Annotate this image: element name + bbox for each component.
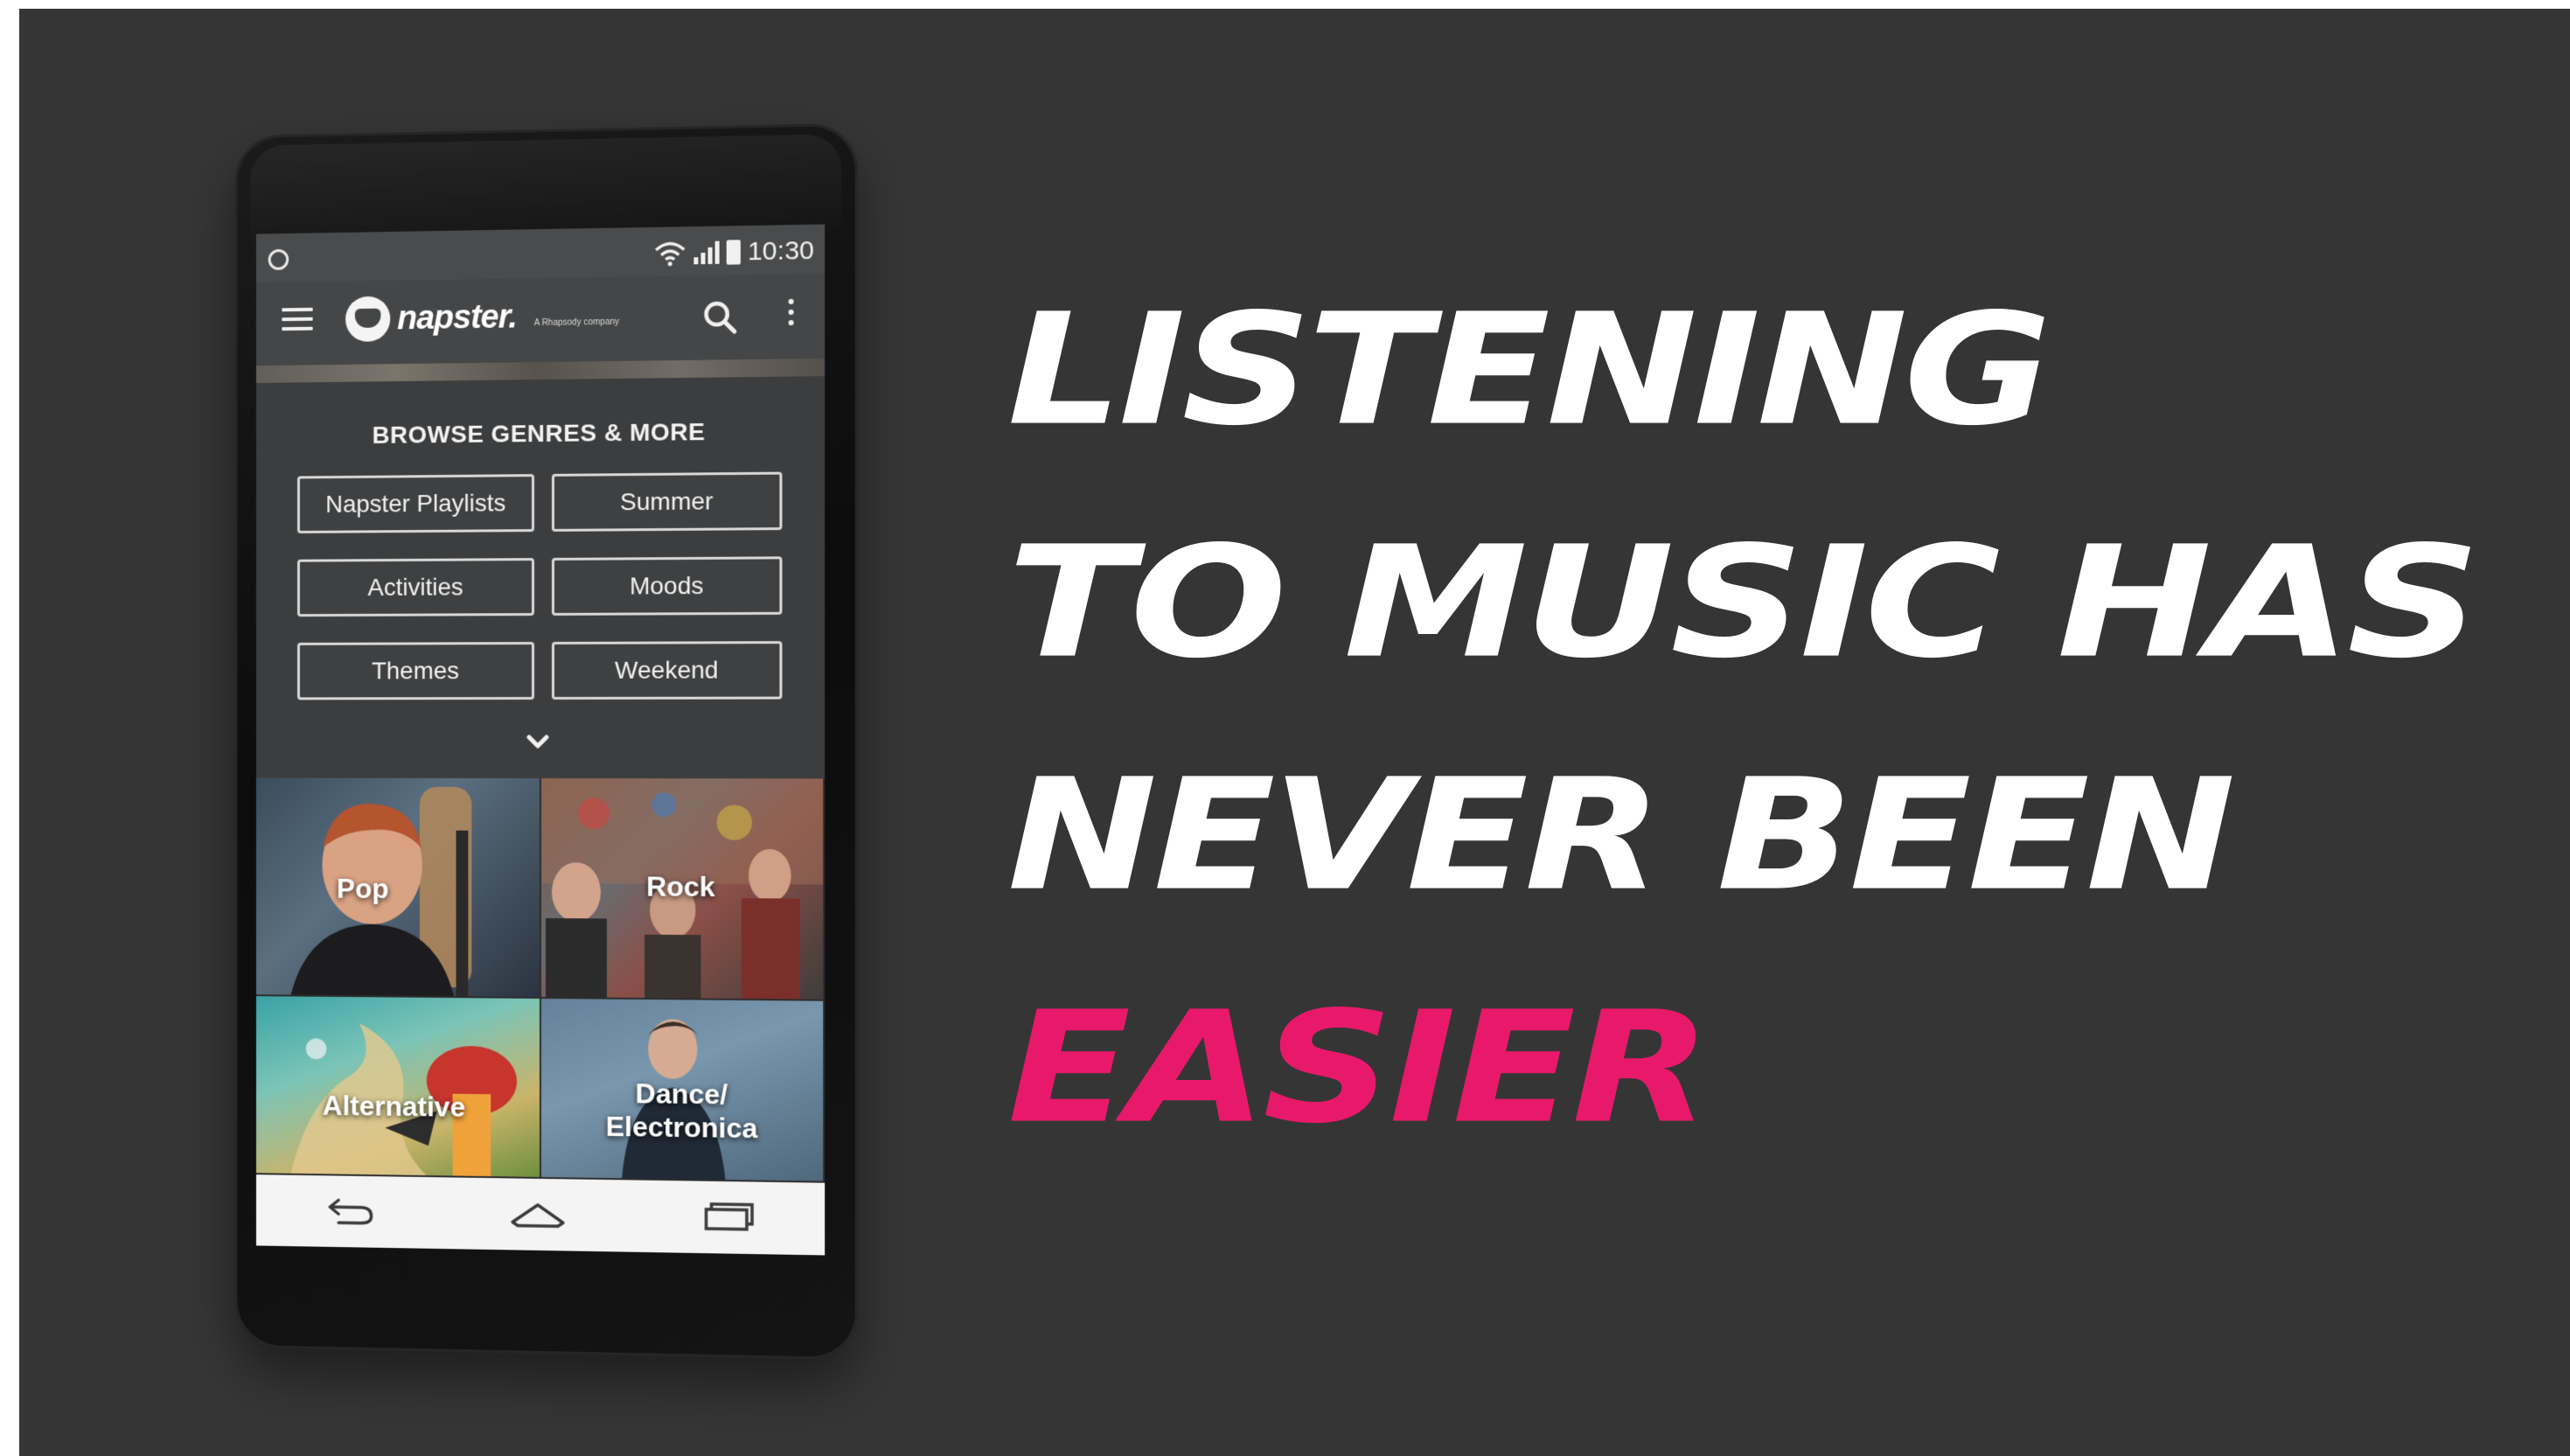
status-indicators: 10:30 [653, 233, 814, 271]
phone-screen: 10:30 napster. A Rhapsody company BROWSE… [255, 224, 825, 1256]
logo-text: napster. [397, 297, 517, 337]
napster-logo-icon [345, 296, 391, 343]
summer-button[interactable]: Summer [551, 471, 783, 532]
wifi-icon [653, 240, 686, 267]
menu-icon[interactable] [282, 307, 313, 332]
status-bar: 10:30 [255, 224, 825, 283]
rock-tile[interactable]: Rock [541, 777, 825, 1001]
dance-electronica-label: Dance/ Electronica [605, 1077, 758, 1145]
android-nav-bar [255, 1174, 825, 1256]
genre-button-grid: Napster Playlists Summer Activities Mood… [297, 471, 783, 700]
headline-line-3: NEVER BEEN [1007, 746, 2236, 925]
alternative-tile[interactable]: Alternative [255, 996, 542, 1179]
home-icon[interactable] [507, 1194, 568, 1235]
alternative-label: Alternative [322, 1090, 466, 1123]
headline-line-1: LISTENING [1007, 281, 2052, 460]
search-icon[interactable] [699, 296, 741, 339]
battery-icon [726, 240, 741, 265]
napster-playlists-button[interactable]: Napster Playlists [297, 474, 535, 533]
app-bar: napster. A Rhapsody company [255, 274, 825, 366]
phone-mockup: 10:30 napster. A Rhapsody company BROWSE… [234, 122, 858, 1361]
more-options-icon[interactable] [784, 298, 798, 335]
notification-icon [268, 248, 289, 270]
headline-line-2: TO MUSIC HAS [1007, 513, 2481, 693]
activities-button[interactable]: Activities [297, 558, 535, 617]
pop-label: Pop [336, 872, 389, 905]
moods-button[interactable]: Moods [551, 556, 783, 616]
browse-heading: BROWSE GENRES & MORE [372, 418, 706, 449]
promo-stage: 10:30 napster. A Rhapsody company BROWSE… [19, 9, 2570, 1456]
status-time: 10:30 [747, 235, 815, 267]
recent-apps-icon[interactable] [698, 1197, 760, 1238]
rock-label: Rock [645, 870, 715, 903]
pop-tile[interactable]: Pop [255, 777, 542, 999]
signal-icon [693, 240, 720, 265]
napster-logo[interactable]: napster. A Rhapsody company [345, 293, 620, 343]
headline-line-4: EASIER [1007, 979, 1711, 1158]
weekend-button[interactable]: Weekend [551, 641, 783, 700]
back-icon[interactable] [319, 1191, 380, 1232]
chevron-down-icon[interactable] [520, 729, 555, 756]
dance-electronica-tile[interactable]: Dance/ Electronica [541, 998, 825, 1183]
logo-tagline: A Rhapsody company [533, 317, 620, 328]
genre-tiles: Pop Rock Alternative Dance/ Electronica [255, 777, 825, 1183]
alternative-artwork [290, 1022, 518, 1179]
themes-button[interactable]: Themes [297, 642, 535, 700]
